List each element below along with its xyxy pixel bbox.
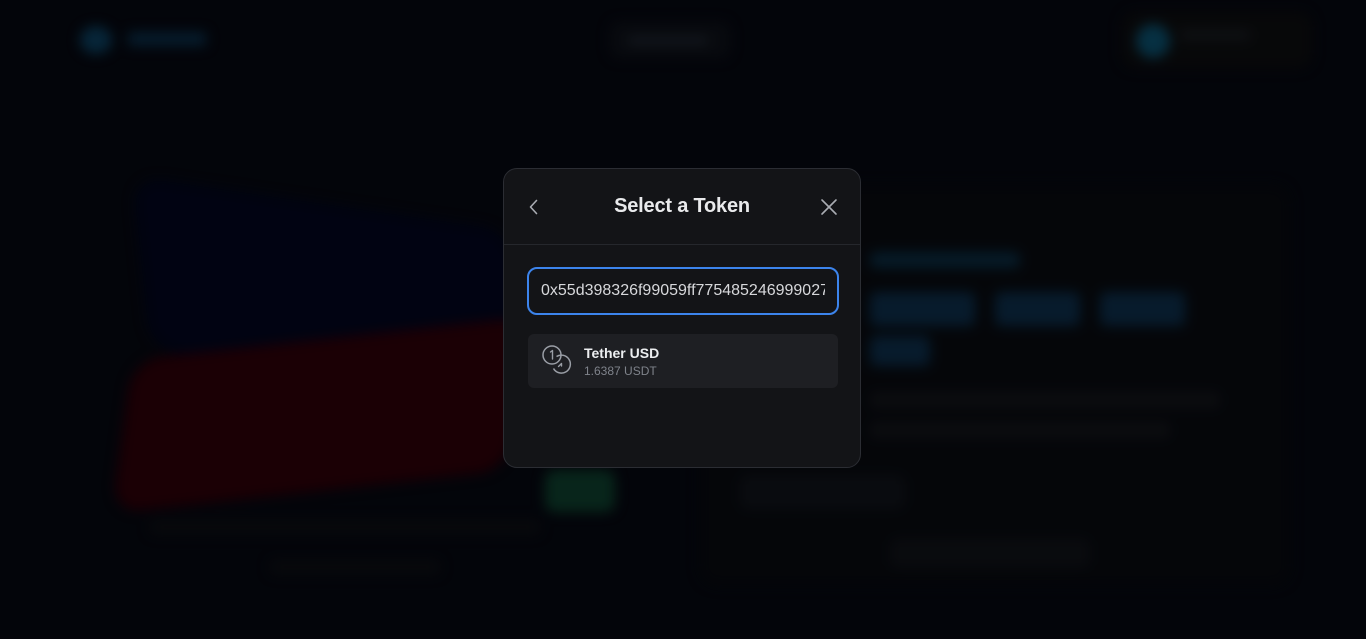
token-name: Tether USD [584,345,660,361]
modal-title: Select a Token [614,195,750,217]
page: Select a Token Tether USD 1.6387 USDT [0,0,1366,639]
modal-header: Select a Token [504,169,860,245]
token-search-field[interactable] [527,267,839,315]
coins-icon [542,345,572,374]
close-icon [821,199,837,215]
close-button[interactable] [814,192,844,222]
token-list-item[interactable]: Tether USD 1.6387 USDT [528,334,838,388]
select-token-modal: Select a Token Tether USD 1.6387 USDT [503,168,861,468]
token-search-input[interactable] [529,269,837,313]
token-balance: 1.6387 USDT [584,364,657,378]
